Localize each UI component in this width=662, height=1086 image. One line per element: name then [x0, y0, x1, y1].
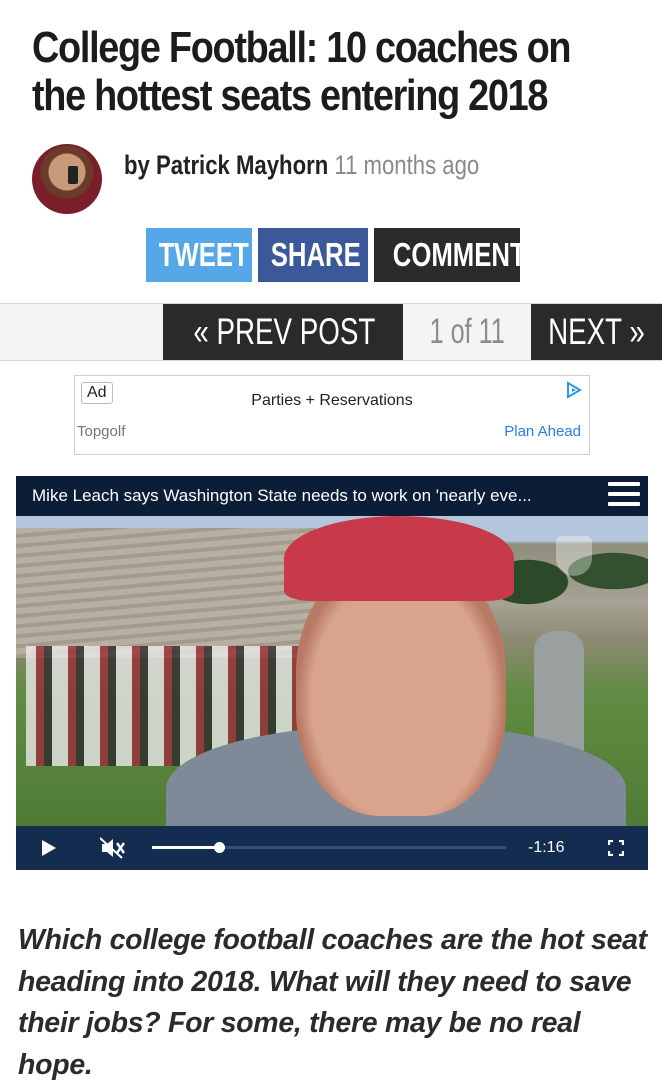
next-post-label: NEXT » [548, 311, 645, 352]
video-progress-handle[interactable] [214, 842, 226, 853]
video-header: Mike Leach says Washington State needs t… [16, 476, 648, 516]
comment-button-label: COMMENT [392, 236, 520, 273]
video-progress-bar[interactable] [152, 842, 506, 853]
share-button-label: SHARE [270, 236, 361, 273]
video-player[interactable]: Mike Leach says Washington State needs t… [16, 476, 648, 870]
video-time-remaining: -1:16 [528, 839, 565, 856]
next-post-button[interactable]: NEXT » [531, 304, 662, 360]
mute-icon[interactable] [100, 836, 126, 860]
video-progress-fill [152, 846, 220, 849]
adchoices-icon[interactable] [565, 381, 583, 399]
byline: by Patrick Mayhorn 11 months ago [124, 148, 479, 182]
page-indicator-label: 1 of 11 [429, 312, 505, 351]
author-avatar[interactable] [32, 144, 102, 214]
share-button[interactable]: SHARE [258, 228, 368, 282]
comment-button[interactable]: COMMENT [374, 228, 520, 282]
menu-icon[interactable] [608, 482, 640, 510]
ad-advertiser[interactable]: Topgolf [77, 423, 125, 440]
prev-post-button[interactable]: « PREV POST [163, 304, 403, 360]
tweet-button-label: TWEET [158, 236, 249, 273]
ad-cta-link[interactable]: Plan Ahead [504, 423, 581, 440]
page-indicator: 1 of 11 [403, 304, 531, 360]
stadium-bleachers [16, 528, 316, 658]
prev-post-label: « PREV POST [193, 311, 376, 352]
article-title: College Football: 10 coaches on the hott… [32, 23, 572, 120]
article-title-line-1: College Football: 10 coaches on [32, 23, 572, 72]
tweet-button[interactable]: TWEET [146, 228, 252, 282]
phone-in-photo [68, 166, 78, 184]
article-intro: Which college football coaches are the h… [18, 924, 647, 1081]
video-frame[interactable] [16, 516, 648, 826]
article-title-line-2: the hottest seats entering 2018 [32, 71, 548, 120]
ad-title[interactable]: Parties + Reservations [75, 392, 589, 410]
video-title[interactable]: Mike Leach says Washington State needs t… [32, 476, 592, 516]
ad-banner[interactable]: Ad Parties + Reservations Topgolf Plan A… [74, 375, 590, 455]
conference-logo-icon [556, 536, 592, 576]
fullscreen-icon[interactable] [608, 840, 624, 856]
coach-cap [284, 516, 514, 601]
video-controls: -1:16 [16, 826, 648, 870]
post-timestamp: 11 months ago [334, 150, 480, 180]
author-name[interactable]: by Patrick Mayhorn [124, 150, 328, 180]
play-icon[interactable] [42, 840, 56, 856]
post-pager: « PREV POST 1 of 11 NEXT » [0, 303, 662, 361]
